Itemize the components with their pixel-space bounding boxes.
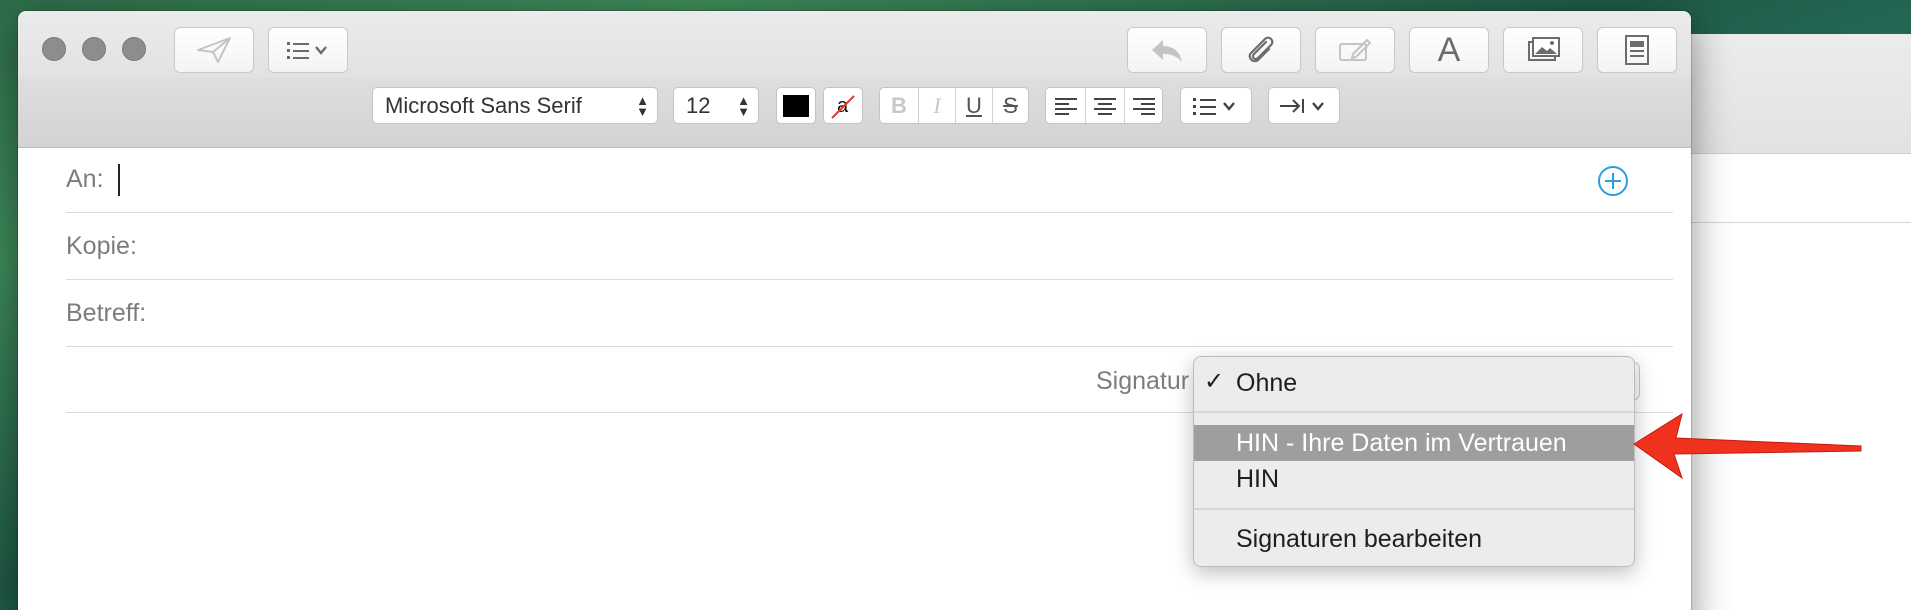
to-field[interactable]: An: [66, 147, 1673, 213]
indent-icon [1280, 98, 1324, 113]
menu-item-hin[interactable]: HIN [1194, 461, 1634, 497]
strikethrough-button[interactable]: S [992, 88, 1028, 123]
menu-item-label: HIN - Ihre Daten im Vertrauen [1236, 428, 1567, 457]
minimize-window-button[interactable] [82, 37, 106, 61]
red-arrow-annotation [1633, 412, 1862, 480]
strikethrough-icon: S [1003, 92, 1018, 118]
attach-button[interactable] [1221, 27, 1301, 73]
toolbar: A [18, 11, 1691, 78]
menu-item-hin-ihre-daten[interactable]: HIN - Ihre Daten im Vertrauen [1194, 425, 1634, 461]
background-divider [1660, 222, 1911, 223]
align-right-icon [1132, 97, 1155, 115]
bulleted-list-icon [1193, 97, 1235, 115]
signature-label: Signatur [1096, 367, 1190, 395]
stationery-icon [1625, 35, 1649, 65]
italic-icon: I [933, 92, 941, 118]
menu-item-label: Ohne [1236, 368, 1298, 397]
underline-icon: U [966, 92, 982, 118]
bold-button[interactable]: B [880, 88, 918, 123]
to-label: An: [66, 165, 104, 193]
checkmark-icon: ✓ [1204, 368, 1225, 395]
photo-icon [1528, 37, 1560, 61]
no-background-color-icon: a [831, 95, 855, 119]
italic-button[interactable]: I [918, 88, 955, 123]
updown-chevron-icon: ▲ ▼ [737, 93, 750, 119]
list-icon [287, 42, 327, 59]
align-left-button[interactable] [1046, 88, 1085, 123]
menu-item-edit-signatures[interactable]: Signaturen bearbeiten [1194, 521, 1634, 557]
subject-field[interactable]: Betreff: [66, 281, 1673, 347]
background-window [1660, 34, 1911, 610]
color-swatch-icon [783, 94, 809, 117]
add-contact-icon[interactable] [1597, 165, 1629, 197]
indent-select[interactable] [1268, 87, 1340, 124]
header-fields-button[interactable] [268, 27, 348, 73]
bold-icon: B [891, 92, 907, 118]
background-toolbar [1660, 34, 1911, 154]
send-icon [197, 37, 231, 63]
menu-item-label: Signaturen bearbeiten [1236, 524, 1483, 553]
text-color-button[interactable] [776, 87, 816, 124]
reply-icon [1152, 40, 1182, 62]
updown-chevron-icon: ▲ ▼ [636, 93, 649, 119]
menu-item-label: HIN [1236, 464, 1280, 493]
font-family-select[interactable]: Microsoft Sans Serif ▲ ▼ [372, 87, 658, 124]
zoom-window-button[interactable] [122, 37, 146, 61]
close-window-button[interactable] [42, 37, 66, 61]
paperclip-icon [1248, 36, 1274, 63]
subject-label: Betreff: [66, 299, 147, 327]
font-size-select[interactable]: 12 ▲ ▼ [673, 87, 759, 124]
photo-browser-button[interactable] [1503, 27, 1583, 73]
reply-button[interactable] [1127, 27, 1207, 73]
align-right-button[interactable] [1124, 88, 1162, 123]
align-left-icon [1054, 97, 1077, 115]
menu-item-ohne[interactable]: ✓ Ohne [1194, 365, 1634, 401]
font-icon: A [1437, 30, 1461, 69]
cc-field[interactable]: Kopie: [66, 214, 1673, 280]
fonts-button[interactable]: A [1409, 27, 1489, 73]
menu-separator [1194, 508, 1634, 510]
align-center-button[interactable] [1085, 88, 1124, 123]
signature-menu: ✓ Ohne HIN - Ihre Daten im Vertrauen HIN… [1193, 356, 1635, 567]
text-style-group: B I U S [879, 87, 1029, 124]
font-size-value: 12 [686, 92, 711, 118]
menu-separator [1194, 411, 1634, 413]
font-family-value: Microsoft Sans Serif [385, 92, 582, 118]
list-style-select[interactable] [1180, 87, 1252, 124]
background-color-button[interactable]: a [823, 87, 863, 124]
underline-button[interactable]: U [955, 88, 992, 123]
text-cursor [117, 163, 120, 196]
markup-icon [1339, 38, 1372, 61]
markup-button[interactable] [1315, 27, 1395, 73]
stationery-button[interactable] [1597, 27, 1677, 73]
alignment-group [1045, 87, 1163, 124]
cc-label: Kopie: [66, 232, 137, 260]
send-button[interactable] [174, 27, 254, 73]
align-center-icon [1094, 97, 1116, 115]
